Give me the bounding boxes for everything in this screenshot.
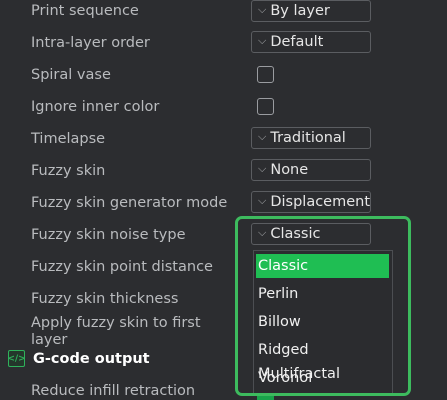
chevron-down-icon: ⌵ [258,34,267,47]
print-sequence-select[interactable]: ⌵ By layer [251,0,371,22]
label-ignore-inner-color: Ignore inner color [31,99,160,115]
label-fuzzy-skin-generator-mode: Fuzzy skin generator mode [31,195,228,211]
chevron-down-icon: ⌵ [258,162,267,175]
label-fuzzy-skin-point-distance: Fuzzy skin point distance [31,259,213,275]
fuzzy-skin-value: None [270,162,309,178]
fuzzy-skin-select[interactable]: ⌵ None [251,159,371,181]
timelapse-select[interactable]: ⌵ Traditional [251,127,371,149]
label-apply-fuzzy-skin-first-layer: Apply fuzzy skin to first layer [31,315,201,348]
annotation-highlight [235,216,411,396]
label-intra-layer-order: Intra-layer order [31,35,150,51]
print-sequence-value: By layer [270,3,330,19]
intra-layer-order-select[interactable]: ⌵ Default [251,31,371,53]
chevron-down-icon: ⌵ [258,130,267,143]
chevron-down-icon: ⌵ [258,194,267,207]
label-print-sequence: Print sequence [31,3,139,19]
timelapse-value: Traditional [270,130,346,146]
fuzzy-skin-generator-mode-value: Displacement [270,194,371,210]
intra-layer-order-value: Default [270,34,324,50]
label-fuzzy-skin-noise-type: Fuzzy skin noise type [31,227,186,243]
label-fuzzy-skin-thickness: Fuzzy skin thickness [31,291,179,307]
section-gcode-output: </> G-code output [7,350,150,367]
label-fuzzy-skin: Fuzzy skin [31,163,106,179]
gcode-icon: </> [7,350,26,367]
spiral-vase-checkbox[interactable] [257,66,274,83]
section-title: G-code output [33,350,150,367]
chevron-down-icon: ⌵ [258,3,267,16]
ignore-inner-color-checkbox[interactable] [257,98,274,115]
label-timelapse: Timelapse [31,131,106,147]
fuzzy-skin-generator-mode-select[interactable]: ⌵ Displacement [251,191,371,213]
label-reduce-infill-retraction: Reduce infill retraction [31,383,196,399]
label-spiral-vase: Spiral vase [31,67,111,83]
